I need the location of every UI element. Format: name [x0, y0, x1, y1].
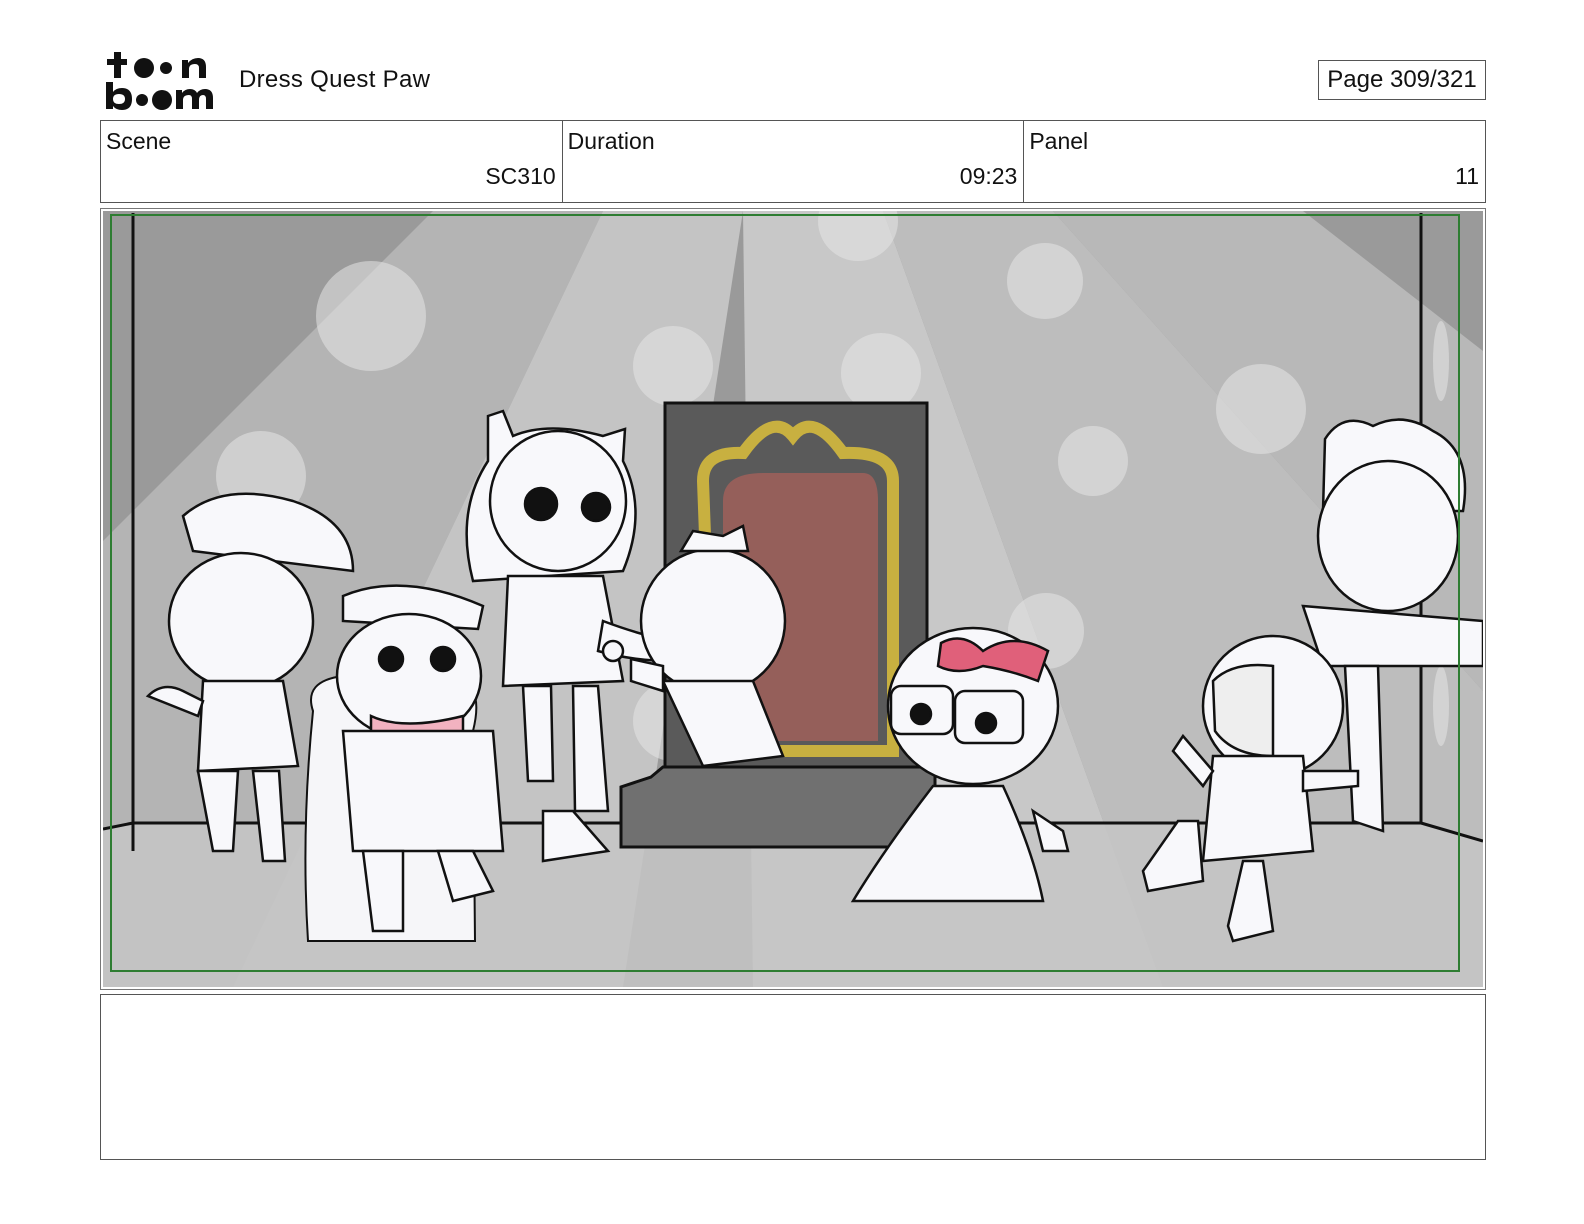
- scene-label: Scene: [106, 128, 172, 154]
- project-title: Dress Quest Paw: [239, 66, 431, 93]
- panel-label: Panel: [1029, 128, 1089, 154]
- scene-value: SC310: [485, 163, 556, 189]
- page-counter: Page 309/321: [1318, 60, 1486, 100]
- scene-info-table: Scene SC310 Duration 09:23 Panel 11: [100, 120, 1486, 203]
- panel-value: 11: [1455, 163, 1480, 189]
- panel-cell: Panel 11: [1024, 121, 1485, 202]
- toon-boom-logo: [104, 50, 216, 112]
- storyboard-panel: [100, 208, 1486, 990]
- duration-value: 09:23: [959, 163, 1018, 189]
- scene-cell: Scene SC310: [101, 121, 563, 202]
- notes-box[interactable]: [100, 994, 1486, 1160]
- duration-label: Duration: [567, 128, 655, 154]
- panel-drawing: [103, 211, 1483, 987]
- duration-cell: Duration 09:23: [563, 121, 1025, 202]
